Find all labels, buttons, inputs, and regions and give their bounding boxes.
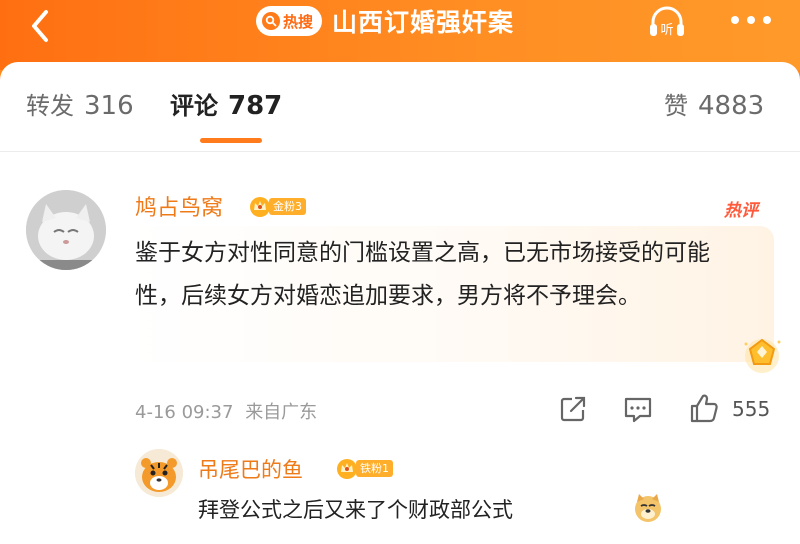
page-title: 山西订婚强奸案 [332, 8, 515, 37]
tab-likes-label: 赞 [664, 92, 688, 120]
tabs-divider [0, 151, 800, 152]
tab-comments-count: 787 [228, 91, 283, 121]
topic-title-area[interactable]: 热搜 山西订婚强奸案 [256, 4, 514, 38]
tab-likes[interactable]: 赞 4883 [664, 86, 764, 121]
avatar[interactable] [26, 190, 106, 270]
tab-reposts[interactable]: 转发 316 [26, 86, 134, 121]
reply-username[interactable]: 吊尾巴的鱼 [198, 454, 303, 484]
more-options-icon[interactable] [729, 12, 773, 26]
reply-fan-badge[interactable]: 铁粉1 [335, 458, 393, 479]
comment-meta: 4-16 09:37 来自广东 [135, 398, 317, 424]
back-arrow-icon[interactable] [22, 6, 62, 46]
hot-comment-tag: 热评 [724, 201, 758, 221]
tab-reposts-count: 316 [84, 91, 134, 121]
reply-avatar[interactable] [135, 449, 183, 497]
top-bar: 热搜 山西订婚强奸案 听 [0, 0, 800, 70]
comment-location: 来自广东 [245, 402, 318, 423]
search-icon [262, 12, 280, 30]
like-count: 555 [732, 397, 771, 421]
share-icon[interactable] [558, 394, 588, 428]
tab-reposts-label: 转发 [26, 92, 74, 120]
tab-comments-label: 评论 [170, 92, 218, 120]
tab-comments[interactable]: 评论 787 [170, 86, 282, 121]
hot-search-pill: 热搜 [256, 6, 323, 36]
listen-label: 听 [660, 23, 673, 38]
fan-badge[interactable]: 金粉3 [248, 196, 306, 217]
like-thumb-icon[interactable] [688, 392, 720, 428]
comment-time: 4-16 09:37 [135, 402, 234, 423]
reply-comment-icon[interactable] [622, 396, 654, 428]
fan-badge-label: 金粉3 [269, 197, 306, 215]
tab-likes-count: 4883 [698, 91, 765, 121]
medal-icon [738, 330, 786, 378]
comment-text[interactable]: 鉴于女方对性同意的门槛设置之高，已无市场接受的可能性，后续女方对婚恋追加要求，男… [135, 232, 755, 318]
hot-search-label: 热搜 [283, 12, 314, 31]
listen-headphones-icon[interactable]: 听 [646, 2, 688, 42]
active-tab-indicator [200, 138, 262, 143]
reply-fan-badge-label: 铁粉1 [356, 459, 393, 477]
reply-text[interactable]: 拜登公式之后又来了个财政部公式 [198, 494, 513, 524]
doge-emoji-icon [632, 492, 664, 524]
comment-username[interactable]: 鸠占鸟窝 [135, 190, 223, 222]
